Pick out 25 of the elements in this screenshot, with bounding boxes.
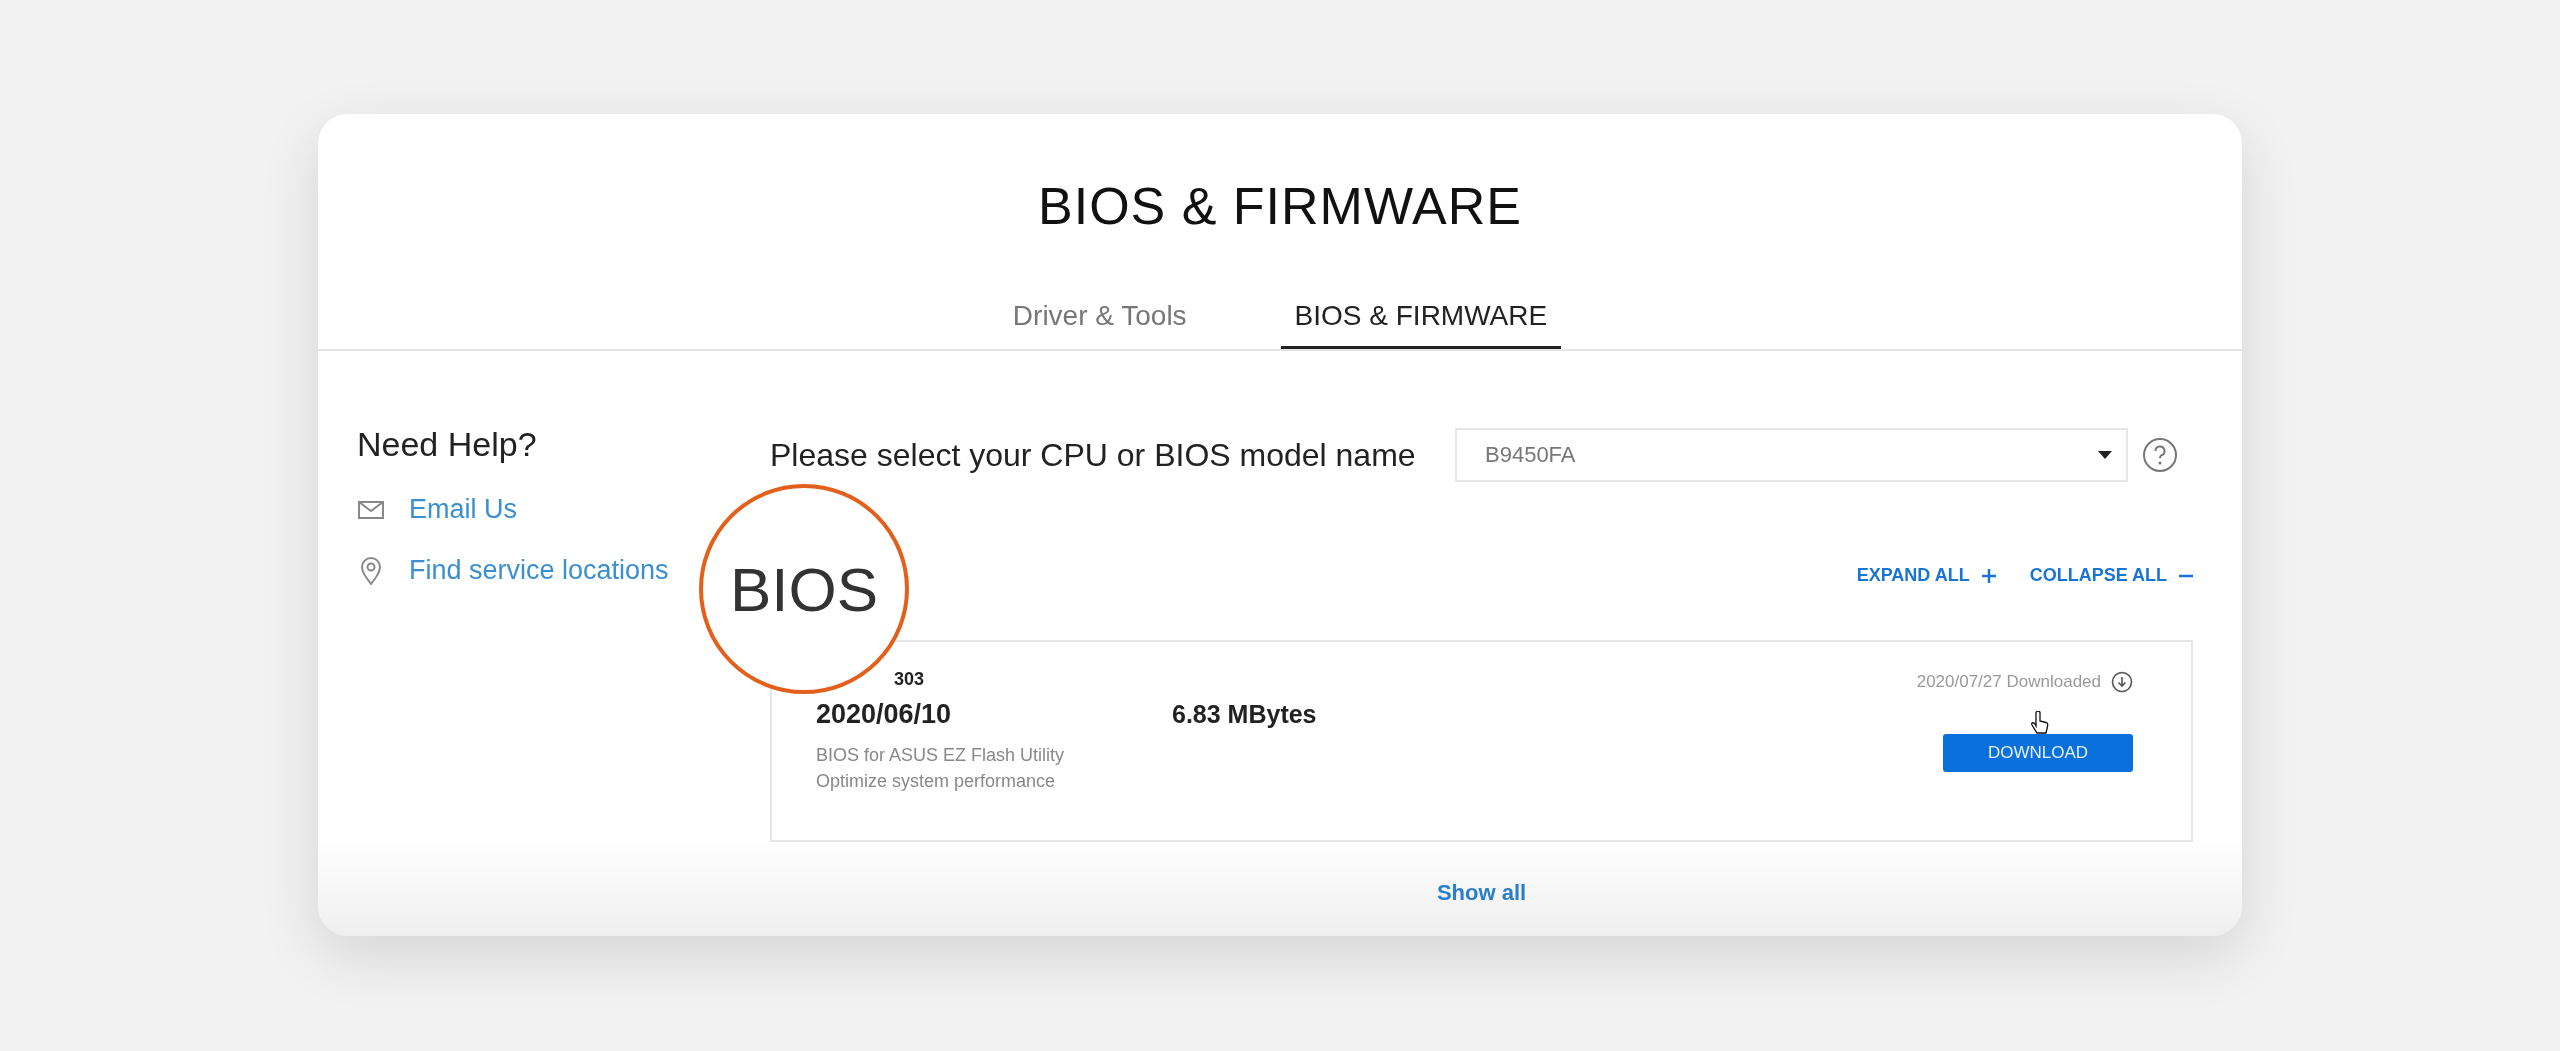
description-text: Optimize system performance xyxy=(816,770,1057,793)
help-link[interactable]: Find service locations xyxy=(409,555,669,586)
location-pin-icon xyxy=(360,556,382,585)
download-icon xyxy=(2111,671,2133,693)
tab[interactable]: Driver & Tools xyxy=(998,300,1201,349)
collapse-all-button[interactable]: COLLAPSE ALL xyxy=(2029,565,2193,586)
download-status: 2020/07/27 Downloaded xyxy=(1916,672,2101,692)
description-text: BIOS for ASUS EZ Flash Utility xyxy=(816,744,1066,767)
model-select-label: Please select your CPU or BIOS model name xyxy=(770,436,1417,474)
plus-icon xyxy=(1981,568,1996,583)
envelope-icon xyxy=(358,500,384,519)
help-heading: Need Help? xyxy=(357,425,538,464)
expand-all-button[interactable]: EXPAND ALL xyxy=(1856,565,1996,586)
help-icon[interactable] xyxy=(2142,437,2178,473)
download-button[interactable]: DOWNLOAD xyxy=(1943,734,2133,772)
model-dropdown[interactable]: B9450FA xyxy=(1455,428,2128,482)
tab[interactable]: BIOS & FIRMWARE xyxy=(1280,300,1562,349)
caret-icon xyxy=(2098,451,2112,459)
file-size: 6.83 MBytes xyxy=(1172,700,1317,729)
release-date: 2020/06/10 xyxy=(816,699,953,730)
page-title: BIOS & FIRMWARE xyxy=(1037,176,1523,236)
hand-cursor-icon xyxy=(2031,711,2049,735)
version-text: 303 xyxy=(893,669,926,691)
show-all-link[interactable]: Show all xyxy=(1430,879,1533,907)
help-link[interactable]: Email Us xyxy=(409,494,517,525)
